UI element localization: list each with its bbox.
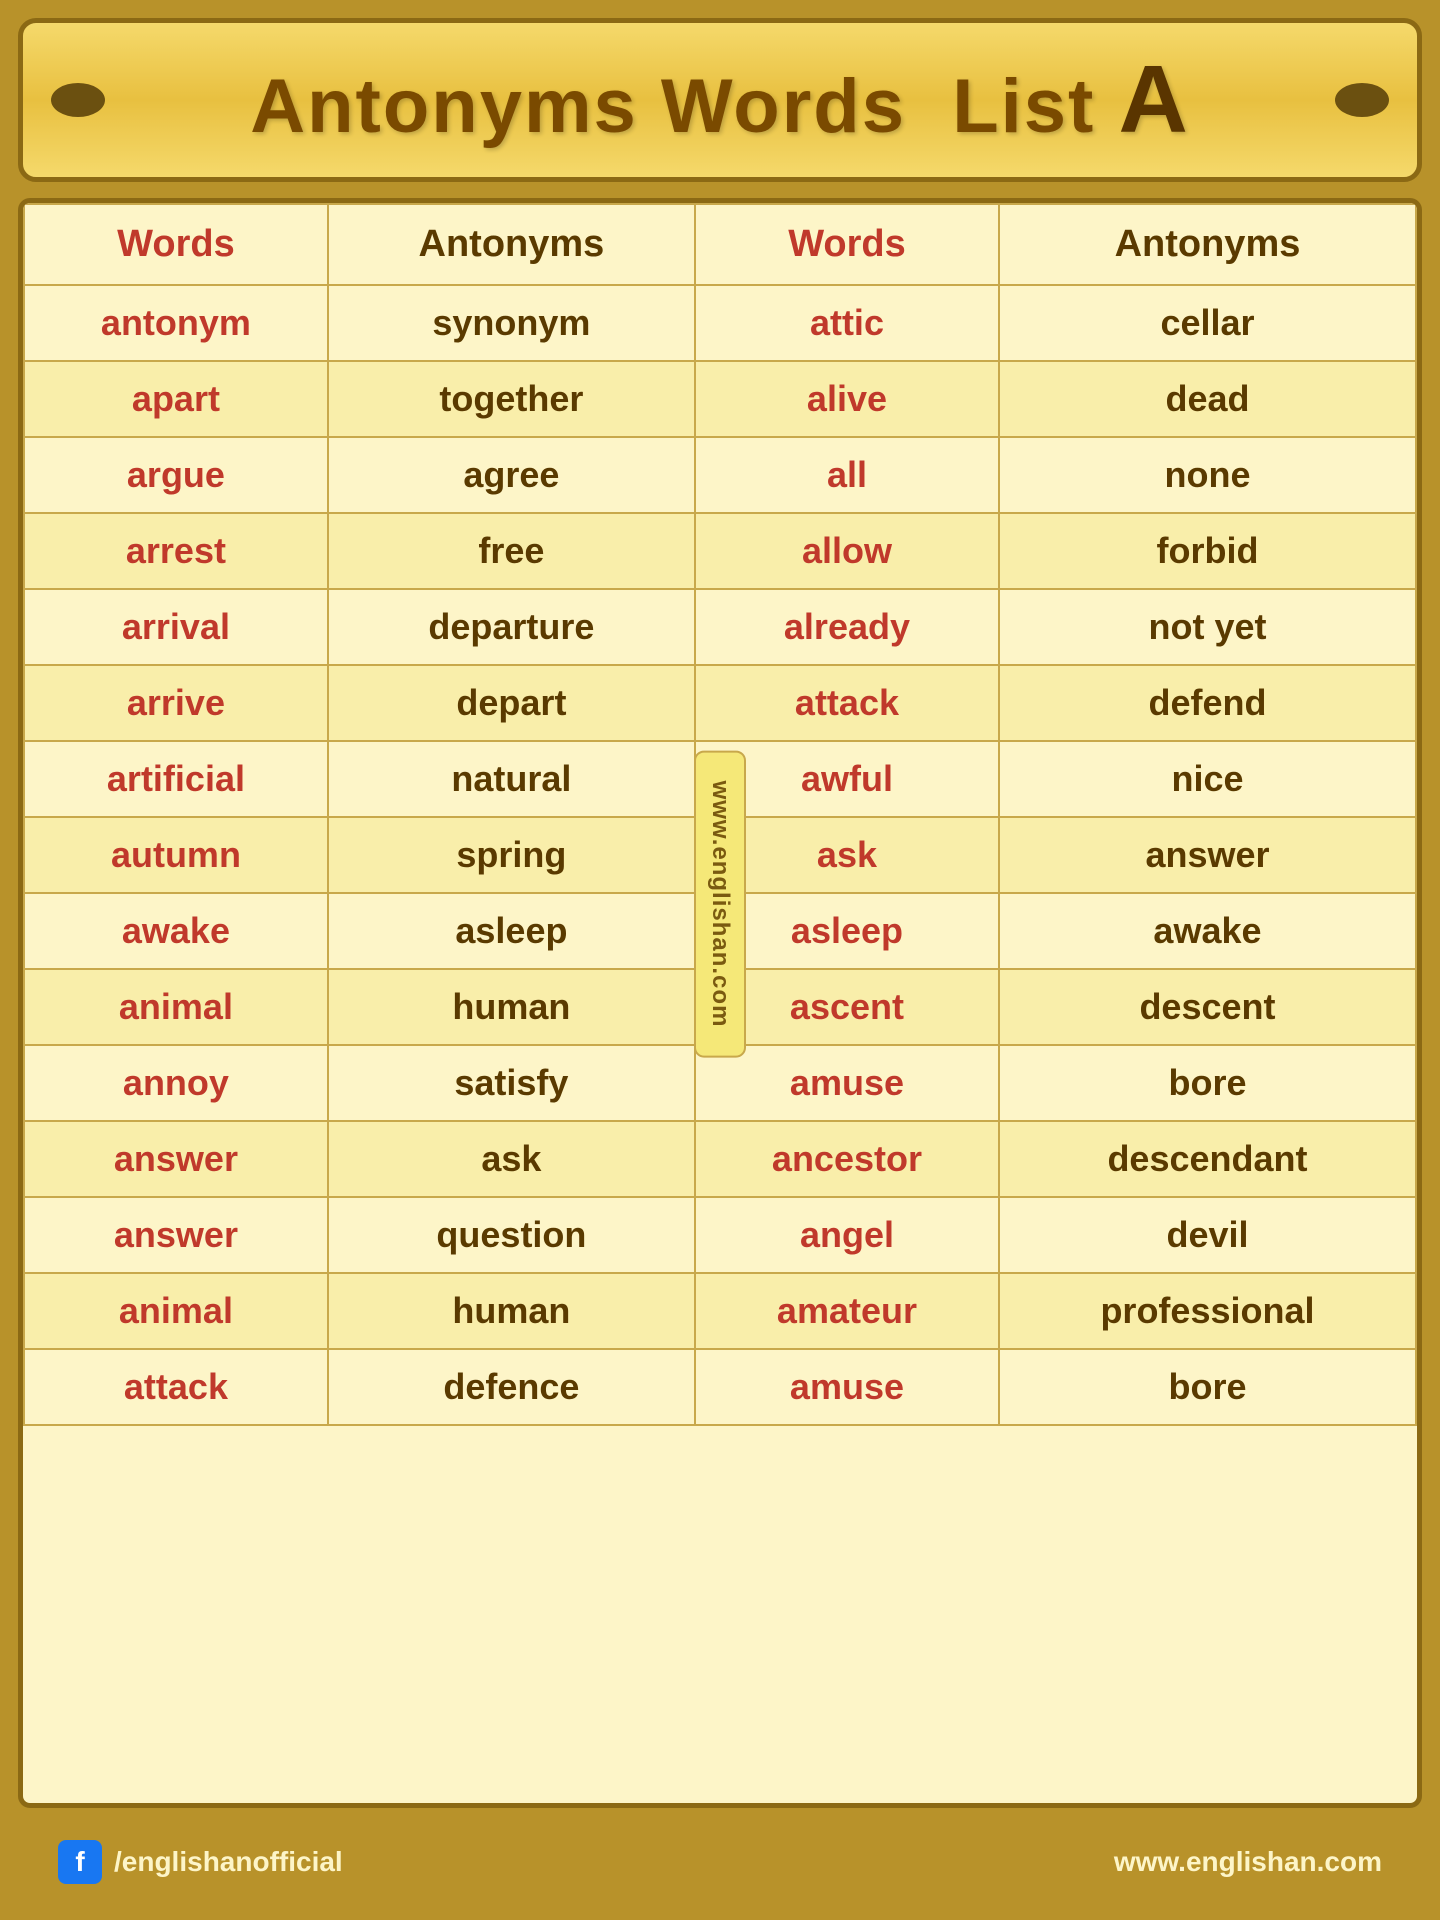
word-cell: answer [24,1121,328,1197]
antonym-cell: defence [328,1349,695,1425]
table-row: answerquestionangeldevil [24,1197,1416,1273]
word-cell: attack [695,665,999,741]
word-cell: ancestor [695,1121,999,1197]
footer-left: f /englishanofficial [58,1840,343,1884]
fb-letter: f [75,1846,84,1878]
word-cell: angel [695,1197,999,1273]
antonym-cell: descent [999,969,1416,1045]
antonym-cell: ask [328,1121,695,1197]
antonym-cell: free [328,513,695,589]
antonym-cell: professional [999,1273,1416,1349]
table-row: answeraskancestordescendant [24,1121,1416,1197]
table-row: antonymsynonymatticcellar [24,285,1416,361]
word-cell: argue [24,437,328,513]
table-row: argueagreeallnone [24,437,1416,513]
word-cell: arrival [24,589,328,665]
antonym-cell: natural [328,741,695,817]
word-cell: animal [24,1273,328,1349]
word-cell: amuse [695,1349,999,1425]
table-row: arrestfreeallowforbid [24,513,1416,589]
header-oval-right [1335,83,1389,117]
antonym-cell: forbid [999,513,1416,589]
antonym-cell: synonym [328,285,695,361]
table-row: arrivaldeparturealreadynot yet [24,589,1416,665]
word-cell: apart [24,361,328,437]
table-row: aparttogetheralivedead [24,361,1416,437]
word-cell: antonym [24,285,328,361]
word-cell: alive [695,361,999,437]
antonym-cell: human [328,969,695,1045]
antonym-cell: bore [999,1045,1416,1121]
antonym-cell: agree [328,437,695,513]
facebook-icon: f [58,1840,102,1884]
col-header-antonyms1: Antonyms [328,204,695,285]
col-header-words2: Words [695,204,999,285]
antonym-cell: nice [999,741,1416,817]
col-header-antonyms2: Antonyms [999,204,1416,285]
antonym-cell: defend [999,665,1416,741]
word-cell: annoy [24,1045,328,1121]
word-cell: awake [24,893,328,969]
antonym-cell: asleep [328,893,695,969]
antonym-cell: answer [999,817,1416,893]
antonym-cell: none [999,437,1416,513]
word-cell: artificial [24,741,328,817]
antonym-cell: depart [328,665,695,741]
antonym-cell: human [328,1273,695,1349]
word-cell: allow [695,513,999,589]
facebook-label: /englishanofficial [114,1846,343,1878]
antonym-cell: awake [999,893,1416,969]
page-title: Antonyms Words List A [250,45,1190,155]
antonym-cell: descendant [999,1121,1416,1197]
antonym-cell: satisfy [328,1045,695,1121]
header-oval-left [51,83,105,117]
footer-website: www.englishan.com [1114,1846,1382,1878]
antonym-cell: question [328,1197,695,1273]
antonym-cell: together [328,361,695,437]
antonym-cell: cellar [999,285,1416,361]
antonym-cell: departure [328,589,695,665]
col-header-words1: Words [24,204,328,285]
watermark: www.englishan.com [694,751,746,1058]
antonym-cell: not yet [999,589,1416,665]
word-cell: all [695,437,999,513]
page-footer: f /englishanofficial www.englishan.com [18,1822,1422,1902]
word-cell: amateur [695,1273,999,1349]
word-cell: attic [695,285,999,361]
table-header: Words Antonyms Words Antonyms [24,204,1416,285]
word-cell: arrive [24,665,328,741]
word-cell: animal [24,969,328,1045]
word-cell: already [695,589,999,665]
word-cell: arrest [24,513,328,589]
word-cell: attack [24,1349,328,1425]
antonym-cell: spring [328,817,695,893]
word-cell: answer [24,1197,328,1273]
letter-a: A [1118,46,1189,153]
table-row: arrivedepartattackdefend [24,665,1416,741]
antonym-cell: devil [999,1197,1416,1273]
word-cell: autumn [24,817,328,893]
antonym-cell: dead [999,361,1416,437]
page-header: Antonyms Words List A [18,18,1422,182]
table-row: animalhumanamateurprofessional [24,1273,1416,1349]
antonym-cell: bore [999,1349,1416,1425]
table-row: attackdefenceamusebore [24,1349,1416,1425]
